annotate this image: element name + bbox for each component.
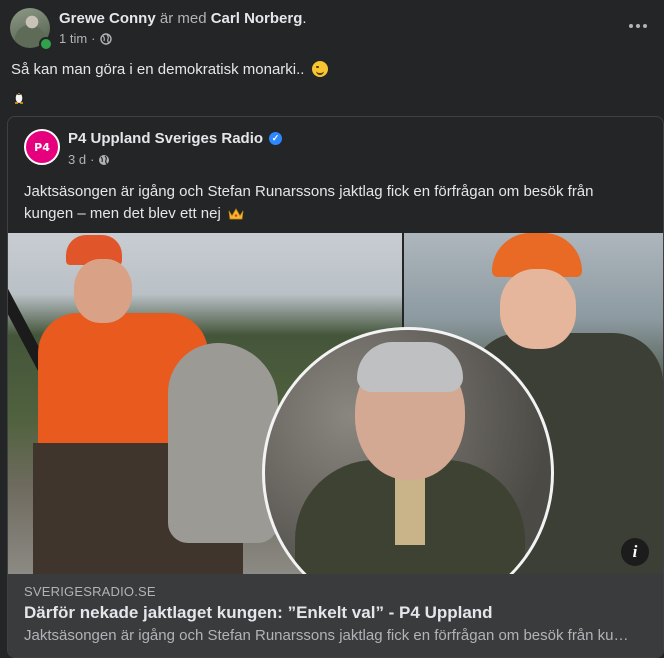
crown-emoji-icon bbox=[228, 208, 244, 220]
post-timestamp[interactable]: 1 tim bbox=[59, 31, 87, 46]
post-author-line: Grewe Conny är med Carl Norberg. bbox=[59, 10, 307, 27]
shared-post-meta: 3 d · bbox=[68, 152, 110, 167]
link-domain: SVERIGESRADIO.SE bbox=[24, 584, 156, 599]
link-description: Jaktsäsongen är igång och Stefan Runarss… bbox=[24, 627, 634, 644]
meta-separator: · bbox=[91, 31, 96, 46]
shared-page-name-link[interactable]: P4 Uppland Sveriges Radio bbox=[68, 130, 263, 147]
tagged-name-link[interactable]: Carl Norberg bbox=[211, 10, 303, 27]
shared-post-text: Jaktsäsongen är igång och Stefan Runarss… bbox=[24, 183, 594, 222]
globe-icon bbox=[99, 154, 110, 165]
shared-post-timestamp[interactable]: 3 d bbox=[68, 152, 86, 167]
post-text: Så kan man göra i en demokratisk monarki… bbox=[11, 61, 309, 78]
dog-figure bbox=[168, 343, 278, 543]
tagged-suffix: . bbox=[302, 10, 307, 27]
post-header: Grewe Conny är med Carl Norberg. 1 tim · bbox=[10, 8, 654, 51]
p4-page-logo[interactable]: P4 bbox=[24, 129, 60, 165]
shared-meta-separator: · bbox=[90, 152, 95, 167]
link-preview-bar[interactable]: SVERIGESRADIO.SE Därför nekade jaktlaget… bbox=[8, 574, 663, 657]
globe-icon bbox=[99, 32, 112, 45]
wink-emoji-icon bbox=[311, 61, 328, 77]
post-meta: 1 tim · bbox=[59, 31, 112, 46]
more-options-icon[interactable] bbox=[626, 14, 650, 38]
shared-post-card[interactable]: P4 P4 Uppland Sveriges Radio ✓ 3 d · Jak… bbox=[7, 116, 664, 658]
link-title[interactable]: Därför nekade jaktlaget kungen: ”Enkelt … bbox=[24, 603, 493, 623]
p4-logo-text: P4 bbox=[34, 140, 50, 154]
penguin-emoji-icon bbox=[14, 89, 24, 104]
verified-badge-icon: ✓ bbox=[269, 132, 283, 145]
author-avatar[interactable] bbox=[10, 8, 53, 51]
online-status-dot bbox=[39, 37, 53, 51]
link-preview-image[interactable]: i bbox=[8, 233, 663, 574]
post-body: Så kan man göra i en demokratisk monarki… bbox=[11, 60, 328, 80]
shared-post-body: Jaktsäsongen är igång och Stefan Runarss… bbox=[24, 181, 624, 225]
with-text: är med bbox=[159, 10, 207, 27]
shared-page-name-row: P4 Uppland Sveriges Radio ✓ bbox=[68, 130, 283, 147]
author-name-link[interactable]: Grewe Conny bbox=[59, 10, 156, 27]
info-icon[interactable]: i bbox=[621, 538, 649, 566]
